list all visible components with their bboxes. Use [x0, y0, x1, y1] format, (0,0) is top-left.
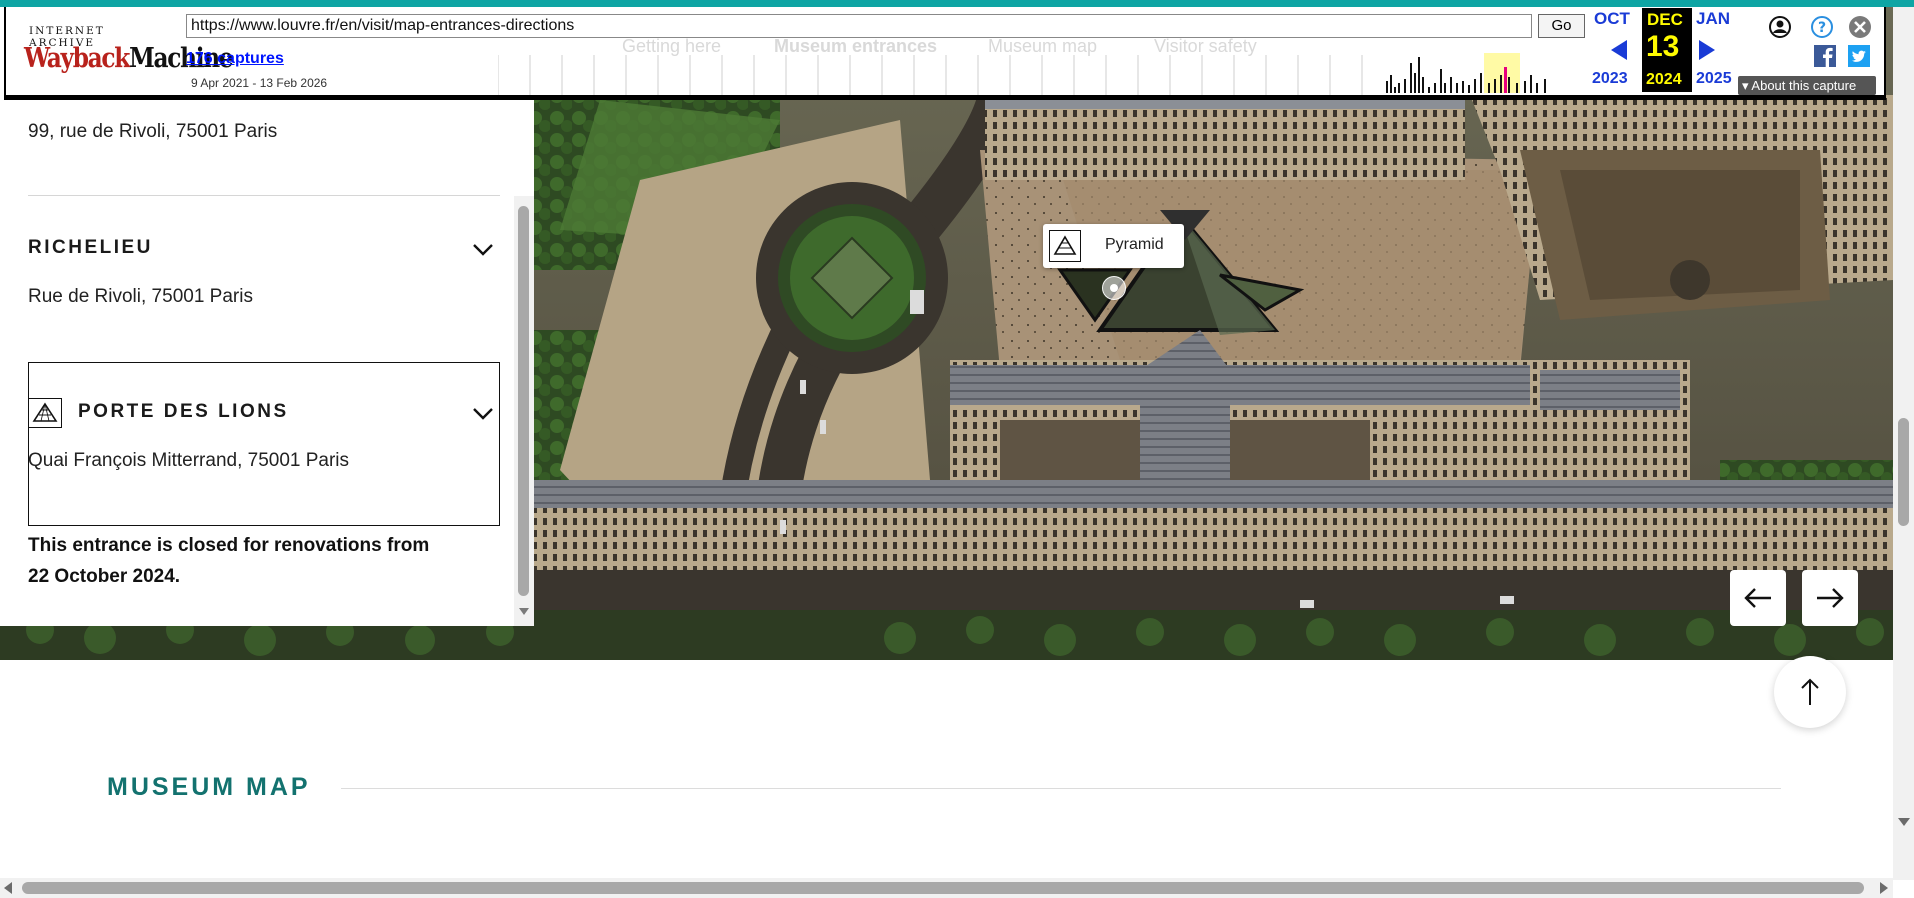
wayback-logo[interactable]: INTERNET ARCHIVE WaybackMachine: [24, 19, 234, 85]
map-marker-pyramid[interactable]: Pyramid: [1043, 224, 1184, 268]
chevron-down-icon[interactable]: [470, 236, 496, 262]
wayback-toolbar: INTERNET ARCHIVE WaybackMachine https://…: [4, 7, 1886, 97]
panel-scrollbar-thumb[interactable]: [518, 206, 529, 596]
page-nav-faded-getting-here: Getting here: [622, 36, 722, 56]
wayback-captures-link[interactable]: 176 captures: [186, 50, 284, 68]
chevron-down-icon: ▾: [1742, 78, 1752, 93]
entrance-card-porte-des-lions[interactable]: [28, 362, 500, 526]
next-button[interactable]: [1802, 570, 1858, 626]
user-icon[interactable]: [1768, 15, 1792, 39]
facebook-icon[interactable]: [1814, 45, 1836, 67]
section-title-museum-map: MUSEUM MAP: [107, 773, 311, 801]
wayback-cur-year: 2024: [1646, 71, 1682, 88]
wayback-cur-month: DEC: [1647, 10, 1683, 29]
previous-button[interactable]: [1730, 570, 1786, 626]
pyramid-icon: [1049, 230, 1081, 262]
page-horizontal-scrollbar[interactable]: [0, 878, 1893, 898]
map-marker-dot[interactable]: [1102, 276, 1126, 300]
wayback-prev-month[interactable]: OCT: [1594, 9, 1630, 29]
page: 99, rue de Rivoli, 75001 Paris RICHELIEU…: [0, 0, 1914, 898]
page-scrollbar-thumb[interactable]: [1898, 418, 1909, 526]
wayback-go-button[interactable]: Go: [1538, 14, 1585, 38]
twitter-icon[interactable]: [1848, 45, 1870, 67]
page-nav-faded-museum-entrances: Museum entrances: [774, 36, 938, 56]
scroll-down-arrow-icon[interactable]: [1898, 818, 1910, 826]
wayback-next-month[interactable]: JAN: [1696, 9, 1730, 29]
wayback-logo-word-a: Wayback: [24, 43, 130, 74]
divider: [28, 195, 500, 196]
wayback-about-capture[interactable]: ▾ About this capture: [1738, 76, 1876, 95]
page-vertical-scrollbar[interactable]: [1893, 0, 1914, 880]
entrance-address-top: 99, rue de Rivoli, 75001 Paris: [28, 121, 278, 142]
pyramid-icon: [28, 398, 62, 428]
close-icon[interactable]: [1848, 15, 1872, 39]
entrance-address-porte-des-lions: Quai François Mitterrand, 75001 Paris: [28, 450, 350, 471]
back-to-top-button[interactable]: [1774, 656, 1846, 728]
wayback-capture-histogram[interactable]: [1384, 53, 1564, 93]
closure-notice: This entrance is closed for renovations …: [28, 535, 430, 587]
map-marker-label: Pyramid: [1105, 236, 1164, 253]
wayback-prev-arrow-icon[interactable]: [1610, 39, 1628, 61]
arrow-left-icon: [1744, 588, 1771, 608]
wayback-top-strip: [0, 0, 1914, 7]
scroll-down-arrow-icon[interactable]: [519, 608, 529, 615]
entrance-heading-richelieu[interactable]: RICHELIEU: [28, 237, 153, 259]
scroll-right-arrow-icon[interactable]: [1880, 882, 1888, 894]
wayback-current-date: DEC 13 2024: [1642, 8, 1692, 92]
wayback-about-label: About this capture: [1751, 78, 1857, 93]
wayback-cur-day: 13: [1646, 30, 1680, 63]
arrow-up-icon: [1801, 678, 1819, 705]
panel-scrollbar[interactable]: [514, 196, 534, 626]
wayback-next-arrow-icon[interactable]: [1698, 39, 1716, 61]
section-divider: [341, 788, 1781, 789]
page-horizontal-scrollbar-thumb[interactable]: [22, 882, 1864, 894]
arrow-right-icon: [1817, 588, 1844, 608]
page-nav-faded-museum-map: Museum map: [988, 36, 1098, 56]
page-nav-faded-visitor-safety: Visitor safety: [1154, 36, 1257, 56]
chevron-down-icon[interactable]: [470, 400, 496, 426]
wayback-date-range: 9 Apr 2021 - 13 Feb 2026: [191, 76, 328, 90]
help-icon[interactable]: ?: [1810, 15, 1834, 39]
wayback-prev-year[interactable]: 2023: [1592, 70, 1628, 88]
wayback-url-input[interactable]: https://www.louvre.fr/en/visit/map-entra…: [186, 14, 1532, 38]
scroll-left-arrow-icon[interactable]: [4, 882, 12, 894]
svg-text:?: ?: [1818, 20, 1826, 36]
entrance-heading-porte-des-lions[interactable]: PORTE DES LIONS: [78, 401, 289, 423]
entrance-address-richelieu: Rue de Rivoli, 75001 Paris: [28, 286, 253, 307]
wayback-next-year[interactable]: 2025: [1696, 70, 1732, 88]
